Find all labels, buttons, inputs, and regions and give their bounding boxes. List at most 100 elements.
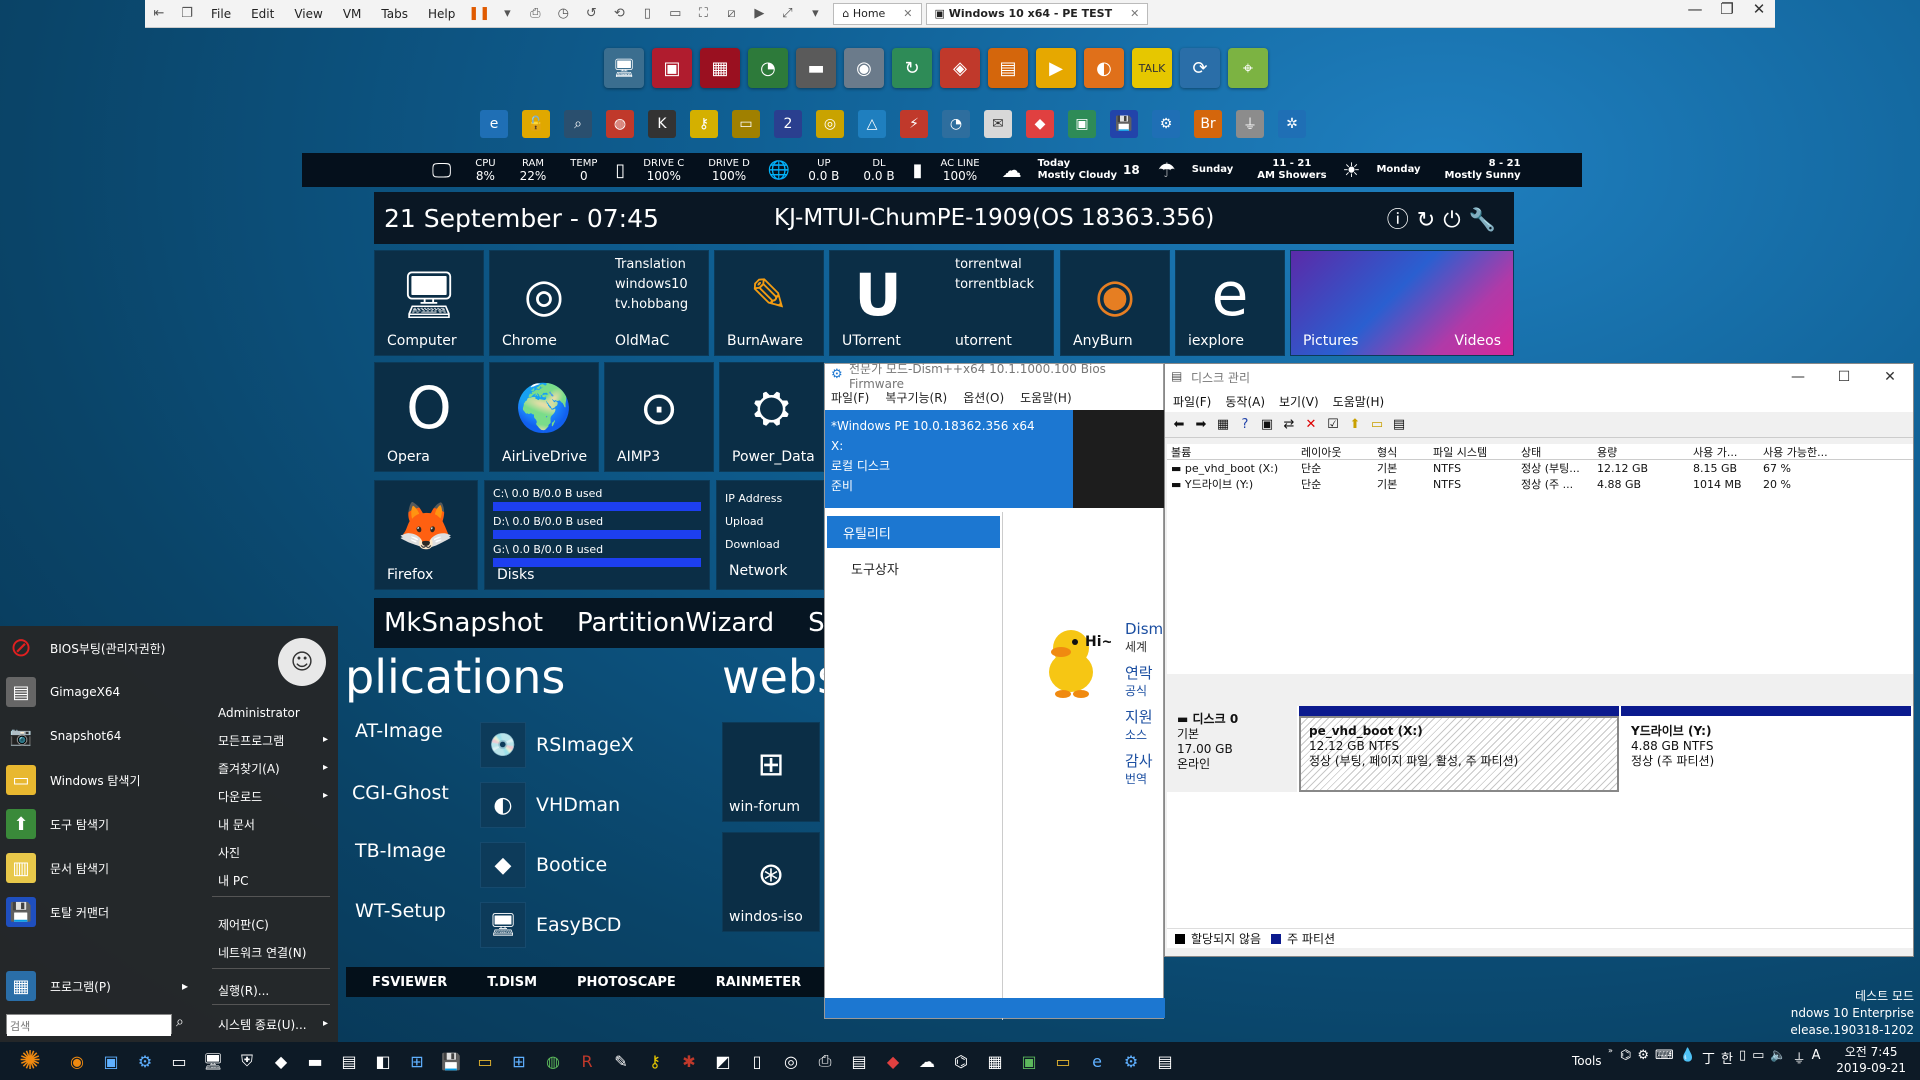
link-tdism[interactable]: T.DISM — [487, 975, 537, 990]
dropdown-icon[interactable]: ▾ — [496, 5, 518, 23]
restore-icon[interactable]: ❐ — [1711, 0, 1743, 18]
vm-library-icon[interactable]: ❐ — [176, 5, 198, 23]
dism-menu-options[interactable]: 옵션(O) — [963, 389, 1004, 406]
tile-iexplore[interactable]: e iexplore — [1175, 250, 1285, 356]
settings-icon[interactable]: ✲ — [1278, 110, 1306, 138]
disk-info[interactable]: ▬ 디스크 0 기본 17.00 GB 온라인 — [1167, 706, 1297, 792]
menu-file[interactable]: File — [211, 7, 231, 21]
tools-toolbar-label[interactable]: Tools — [1572, 1054, 1602, 1068]
tab-vm[interactable]: ▣ Windows 10 x64 - PE TEST ✕ — [925, 2, 1149, 25]
utility-icon[interactable]: ▣ — [94, 1044, 128, 1078]
close-icon[interactable]: ✕ — [1130, 7, 1139, 20]
ie-icon[interactable]: e — [480, 110, 508, 138]
key-icon[interactable]: ⚷ — [690, 110, 718, 138]
tab-home[interactable]: ⌂ Home ✕ — [833, 2, 922, 25]
col-capacity[interactable]: 용량 — [1593, 444, 1689, 459]
ie-icon[interactable]: e — [1080, 1044, 1114, 1078]
menu-tabs[interactable]: Tabs — [381, 7, 408, 21]
save-icon[interactable]: 💾 — [434, 1044, 468, 1078]
screen-share-icon[interactable]: ▣ — [1012, 1044, 1046, 1078]
tray-keyboard-icon[interactable]: ⌨ — [1655, 1048, 1674, 1067]
stretch-icon[interactable]: ⤢ — [776, 5, 798, 23]
tile-opera[interactable]: O Opera — [374, 362, 484, 472]
table-row[interactable]: ▬ Y드라이브 (Y:) 단순 기본 NTFS 정상 (주 ... 4.88 G… — [1167, 476, 1913, 492]
link-mksnapshot[interactable]: MkSnapshot — [384, 608, 543, 638]
tray-drop-icon[interactable]: 💧 — [1680, 1048, 1696, 1067]
link-translation[interactable]: Translation — [615, 255, 688, 275]
col-layout[interactable]: 레이아웃 — [1297, 444, 1373, 459]
col-filesystem[interactable]: 파일 시스템 — [1429, 444, 1517, 459]
tile-burnaware[interactable]: ✎ BurnAware — [714, 250, 824, 356]
sign-icon[interactable]: ◩ — [706, 1044, 740, 1078]
tray-ime-icon[interactable]: 丁 — [1702, 1048, 1715, 1067]
connect-icon[interactable]: ⇄ — [1281, 417, 1297, 432]
start-programs[interactable]: ▦ 프로그램(P) ▸ — [6, 966, 188, 1006]
start-item-explorer[interactable]: ▭ Windows 탐색기 — [6, 760, 141, 800]
card-icon[interactable]: ▭ — [732, 110, 760, 138]
search-icon[interactable]: ⌕ — [176, 1014, 184, 1030]
thumbnail-icon[interactable]: ▭ — [664, 5, 686, 23]
tile-network[interactable]: IP Address Upload Download Network — [716, 480, 824, 590]
snapshot-icon[interactable]: ◷ — [552, 5, 574, 23]
link-windows10[interactable]: windows10 — [615, 275, 688, 295]
close-icon[interactable]: ✕ — [903, 7, 912, 20]
dm-menu-action[interactable]: 동작(A) — [1225, 393, 1265, 410]
start-item-gimagex[interactable]: ▤ GimageX64 — [6, 672, 120, 712]
paint-icon[interactable]: ✎ — [604, 1044, 638, 1078]
send-keys-icon[interactable]: ⎙ — [524, 5, 546, 23]
unity-icon[interactable]: ⧄ — [720, 5, 742, 23]
start-run[interactable]: 실행(R)... — [218, 982, 269, 999]
mail-icon[interactable]: ✉ — [984, 110, 1012, 138]
link-rainmeter[interactable]: RAINMETER — [716, 975, 801, 990]
minimize-icon[interactable]: — — [1679, 0, 1711, 18]
back-icon[interactable]: ⬅ — [1171, 417, 1187, 432]
start-item-totalcmd[interactable]: 💾 토탈 커맨더 — [6, 892, 109, 932]
link-tvhobbang[interactable]: tv.hobbang — [615, 295, 688, 315]
refresh-icon[interactable]: ⟳ — [1180, 48, 1220, 88]
player-icon[interactable]: ▶ — [1036, 48, 1076, 88]
display-settings-icon[interactable]: ▣ — [652, 48, 692, 88]
col-status[interactable]: 상태 — [1517, 444, 1593, 459]
tile-label-oldmac[interactable]: OldMaC — [615, 333, 669, 349]
talk-icon[interactable]: TALK — [1132, 48, 1172, 88]
snapshot-manager-icon[interactable]: ⟲ — [608, 5, 630, 23]
restart-icon[interactable]: ↻ — [1417, 208, 1443, 233]
folder-search-icon[interactable]: ▭ — [1369, 417, 1385, 432]
user-name[interactable]: Administrator — [218, 706, 300, 720]
dm-menu-file[interactable]: 파일(F) — [1173, 393, 1211, 410]
partition-tool-icon[interactable]: ◔ — [748, 48, 788, 88]
close-icon[interactable]: ✕ — [1867, 364, 1913, 390]
tile-powerdata[interactable]: ⛭ Power_Data — [719, 362, 824, 472]
start-item-tool-explorer[interactable]: ⬆ 도구 탐색기 — [6, 804, 109, 844]
globe-icon[interactable]: ◍ — [536, 1044, 570, 1078]
app-vhdman[interactable]: ◐ VHDman — [480, 782, 620, 828]
link-fsviewer[interactable]: FSVIEWER — [372, 975, 447, 990]
network-icon[interactable]: ⌬ — [944, 1044, 978, 1078]
link-photoscape[interactable]: PHOTOSCAPE — [577, 975, 676, 990]
chevron-icon[interactable]: » — [1608, 1046, 1613, 1055]
gauge-icon[interactable]: ◔ — [942, 110, 970, 138]
start-documents[interactable]: 내 문서 — [218, 816, 255, 833]
explorer-icon[interactable]: ▭ — [1046, 1044, 1080, 1078]
firefox-icon[interactable]: ◉ — [60, 1044, 94, 1078]
start-item-snapshot[interactable]: 📷 Snapshot64 — [6, 716, 122, 756]
tray-gear-icon[interactable]: ⚙ — [1637, 1048, 1649, 1067]
shield-icon[interactable]: ⛨ — [230, 1044, 264, 1078]
anydesk-icon[interactable]: ◆ — [1026, 110, 1054, 138]
lock-icon[interactable]: 🔓 — [522, 110, 550, 138]
pin-icon[interactable]: ⇤ — [148, 5, 170, 23]
col-type[interactable]: 형식 — [1373, 444, 1429, 459]
notes-icon[interactable]: ▤ — [842, 1044, 876, 1078]
dism-menu-file[interactable]: 파일(F) — [831, 389, 869, 406]
dism-nav-toolbox[interactable]: 도구상자 — [825, 552, 1002, 584]
lightning-icon[interactable]: ⚡ — [900, 110, 928, 138]
col-percent-free[interactable]: 사용 가능한... — [1759, 444, 1849, 459]
table-row[interactable]: ▬ pe_vhd_boot (X:) 단순 기본 NTFS 정상 (부팅... … — [1167, 460, 1913, 476]
start-search-input[interactable] — [7, 1017, 171, 1036]
start-downloads[interactable]: 다운로드 — [218, 788, 262, 805]
start-control-panel[interactable]: 제어판(C) — [218, 916, 269, 933]
app-rsimagex[interactable]: 💿 RSImageX — [480, 722, 634, 768]
app-tb-image[interactable]: TB-Image — [355, 840, 446, 862]
menu-view[interactable]: View — [294, 7, 322, 21]
start-shutdown[interactable]: 시스템 종료(U)... — [218, 1016, 307, 1033]
